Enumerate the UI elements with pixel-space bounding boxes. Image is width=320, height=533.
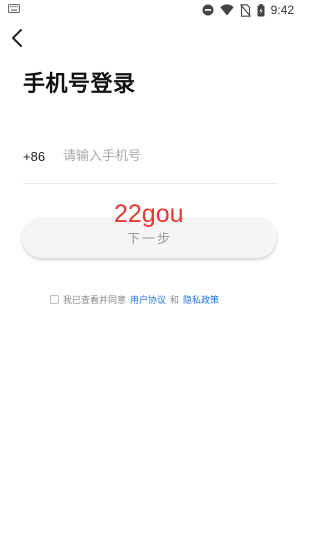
phone-input[interactable] [63,144,263,168]
chevron-left-icon [11,28,23,52]
status-time: 9:42 [270,3,294,17]
next-button[interactable]: 下一步 [22,217,277,258]
phone-row: +86 [23,140,278,172]
user-agreement-link[interactable]: 用户协议 [130,293,166,306]
agreement-conjunction: 和 [170,295,180,306]
privacy-policy-link[interactable]: 隐私政策 [183,293,219,306]
agreement-prefix: 我已查看并同意 [63,295,127,306]
do-not-disturb-icon [202,4,214,16]
back-button[interactable] [6,27,28,53]
page-title: 手机号登录 [23,72,136,97]
agreement-row: 我已查看并同意 用户协议 和 隐私政策 [50,292,223,306]
agree-checkbox[interactable] [50,294,59,304]
wifi-icon [219,4,234,16]
battery-icon [257,3,265,17]
login-screen: 9:42 手机号登录 +86 下一步 22gou 我已查看并同意 用户协议 和 … [0,0,300,533]
status-bar: 9:42 [0,0,300,20]
keyboard-icon [8,4,20,14]
no-sim-icon [239,3,251,17]
input-divider [23,183,278,184]
status-icons: 9:42 [202,2,294,18]
country-code[interactable]: +86 [23,149,63,164]
